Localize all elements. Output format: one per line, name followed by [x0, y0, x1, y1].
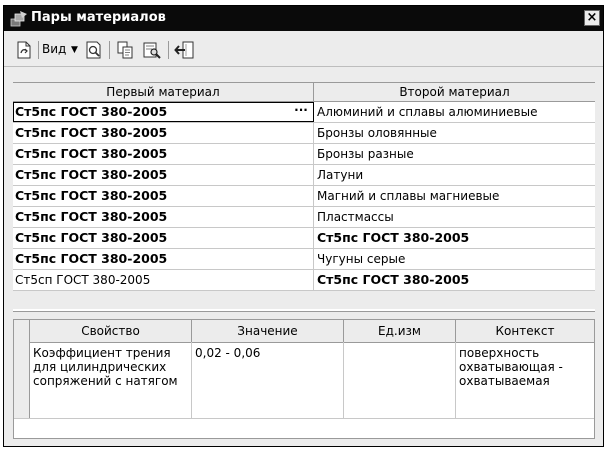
second-material-cell[interactable]: Бронзы разные — [314, 144, 595, 164]
title-bar[interactable]: Пары материалов × — [4, 6, 603, 31]
second-material-cell[interactable]: Ст5пс ГОСТ 380-2005 — [314, 270, 595, 290]
table-row[interactable]: Коэффициент трения для цилиндрических со… — [14, 342, 594, 419]
toolbar: Вид ▼ — [4, 32, 603, 67]
second-material-cell[interactable]: Ст5пс ГОСТ 380-2005 — [314, 228, 595, 248]
pairs-table-body: Ст5пс ГОСТ 380-2005 ··· Алюминий и сплавы … — [13, 102, 595, 291]
materials-app-icon — [10, 10, 28, 27]
property-cell[interactable]: Коэффициент трения для цилиндрических со… — [30, 342, 192, 418]
splitter-handle[interactable] — [4, 312, 603, 318]
table-row[interactable]: Ст5пс ГОСТ 380-2005 Бронзы разные — [13, 144, 595, 165]
table-row[interactable]: Ст5пс ГОСТ 380-2005 Пластмассы — [13, 207, 595, 228]
first-material-cell[interactable]: Ст5пс ГОСТ 380-2005 — [13, 102, 314, 122]
column-header-second-material[interactable]: Второй материал — [314, 83, 595, 102]
unit-cell[interactable] — [344, 342, 456, 418]
column-header-unit[interactable]: Ед.изм — [344, 320, 456, 342]
exit-icon[interactable] — [174, 40, 196, 60]
table-row[interactable]: Ст5сп ГОСТ 380-2005 Ст5пс ГОСТ 380-2005 — [13, 270, 595, 291]
toolbar-separator — [109, 41, 110, 59]
view-menu-button[interactable]: Вид — [42, 42, 66, 56]
table-row[interactable]: Ст5пс ГОСТ 380-2005 Магний и сплавы магни… — [13, 186, 595, 207]
column-header-context[interactable]: Контекст — [456, 320, 594, 342]
first-material-cell[interactable]: Ст5пс ГОСТ 380-2005 — [13, 228, 314, 248]
first-material-cell[interactable]: Ст5пс ГОСТ 380-2005 — [13, 186, 314, 206]
value-cell[interactable]: 0,02 - 0,06 — [192, 342, 344, 418]
context-cell[interactable]: поверхность охватывающая - охватываемая — [456, 342, 594, 418]
ellipsis-button[interactable]: ··· — [291, 104, 311, 119]
properties-table-header: Свойство Значение Ед.изм Контекст — [14, 320, 594, 343]
export-document-icon[interactable] — [14, 40, 34, 60]
column-header-value[interactable]: Значение — [192, 320, 344, 342]
first-material-cell[interactable]: Ст5пс ГОСТ 380-2005 — [13, 249, 314, 269]
pairs-table-header: Первый материал Второй материал — [13, 82, 595, 102]
first-material-cell[interactable]: Ст5пс ГОСТ 380-2005 — [13, 123, 314, 143]
window-title: Пары материалов — [31, 10, 166, 25]
toolbar-separator — [168, 41, 169, 59]
materials-pairs-window: Пары материалов × Вид ▼ Первый материал … — [3, 5, 604, 447]
first-material-cell[interactable]: Ст5сп ГОСТ 380-2005 — [13, 270, 314, 290]
second-material-cell[interactable]: Бронзы оловянные — [314, 123, 595, 143]
properties-table: Свойство Значение Ед.изм Контекст Коэффи… — [13, 319, 595, 439]
table-row[interactable]: Ст5пс ГОСТ 380-2005 Чугуны серые — [13, 249, 595, 270]
row-indicator-header — [14, 320, 30, 342]
find-icon[interactable] — [142, 40, 162, 60]
column-header-property[interactable]: Свойство — [30, 320, 192, 342]
toolbar-separator — [38, 41, 39, 59]
second-material-cell[interactable]: Латуни — [314, 165, 595, 185]
close-button[interactable]: × — [584, 10, 600, 26]
row-indicator[interactable] — [14, 342, 30, 418]
table-row[interactable]: Ст5пс ГОСТ 380-2005 Ст5пс ГОСТ 380-2005 — [13, 228, 595, 249]
first-material-cell[interactable]: Ст5пс ГОСТ 380-2005 — [13, 144, 314, 164]
first-material-cell[interactable]: Ст5пс ГОСТ 380-2005 — [13, 165, 314, 185]
second-material-cell[interactable]: Магний и сплавы магниевые — [314, 186, 595, 206]
table-row[interactable]: Ст5пс ГОСТ 380-2005 ··· Алюминий и сплавы … — [13, 102, 595, 123]
table-row[interactable]: Ст5пс ГОСТ 380-2005 Латуни — [13, 165, 595, 186]
chevron-down-icon[interactable]: ▼ — [71, 45, 78, 55]
second-material-cell[interactable]: Пластмассы — [314, 207, 595, 227]
table-row[interactable]: Ст5пс ГОСТ 380-2005 Бронзы оловянные — [13, 123, 595, 144]
column-header-first-material[interactable]: Первый материал — [13, 83, 314, 102]
first-material-cell[interactable]: Ст5пс ГОСТ 380-2005 — [13, 207, 314, 227]
second-material-cell[interactable]: Алюминий и сплавы алюминиевые — [314, 102, 595, 122]
second-material-cell[interactable]: Чугуны серые — [314, 249, 595, 269]
copy-icon[interactable] — [115, 40, 135, 60]
preview-icon[interactable] — [84, 40, 104, 60]
